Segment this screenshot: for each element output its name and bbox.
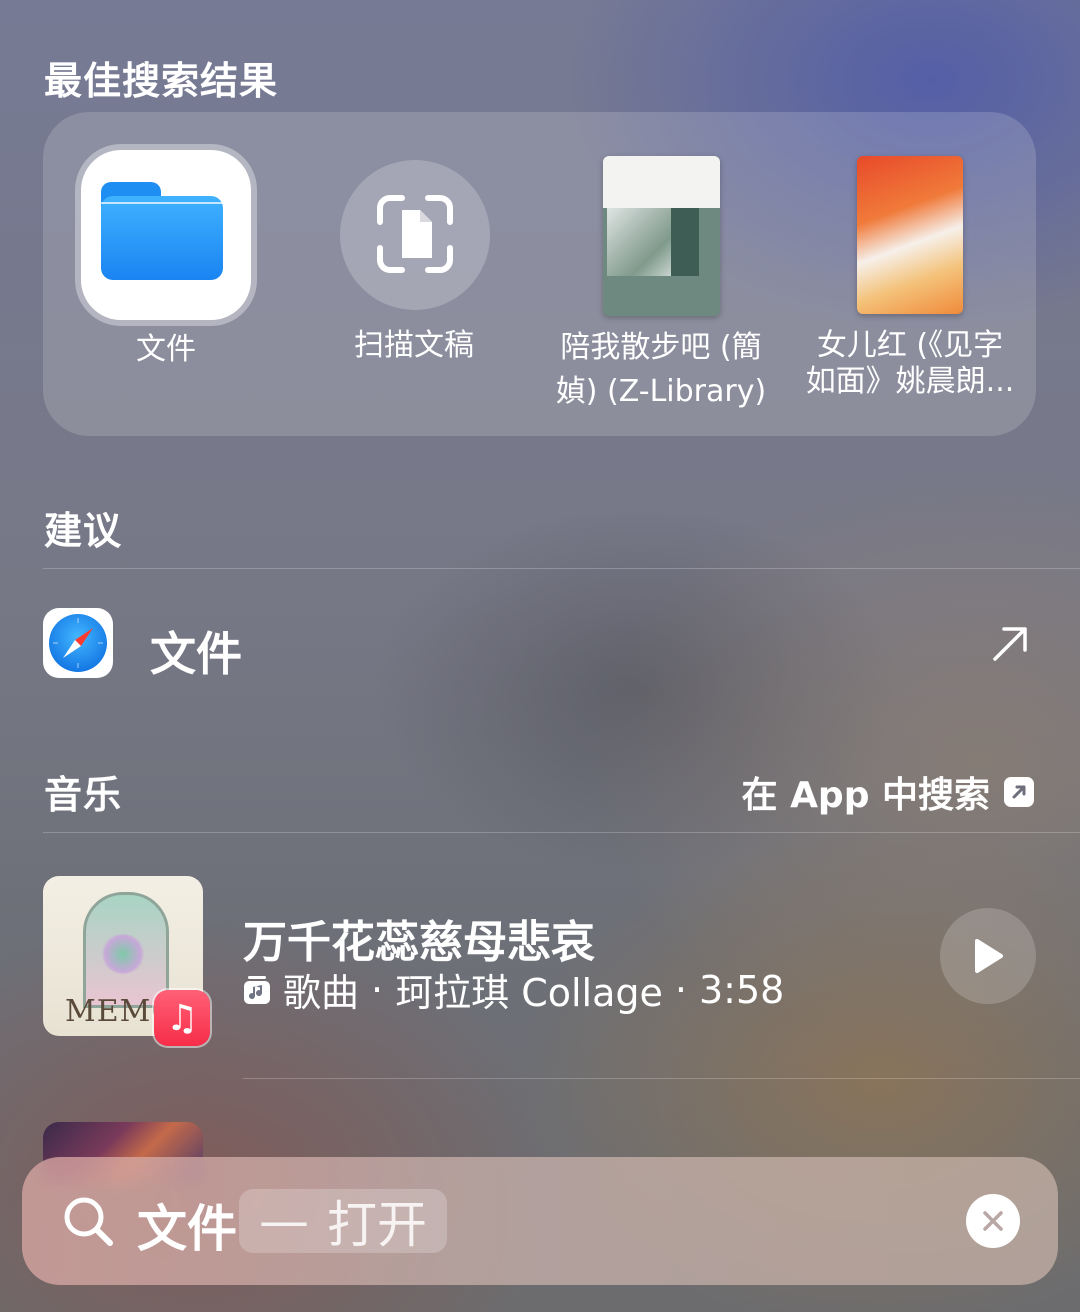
search-in-app-button[interactable]: 在 App 中搜索 <box>742 766 1034 818</box>
divider <box>43 568 1080 569</box>
book-1-label-line2: 媜) (Z-Library) <box>555 374 767 409</box>
song-meta: 歌曲 · 珂拉琪 Collage · 3:58 <box>243 962 784 1017</box>
play-button[interactable] <box>940 908 1036 1004</box>
best-result-scan-label: 扫描文稿 <box>354 328 474 363</box>
open-arrow-icon[interactable] <box>990 624 1030 664</box>
best-results-title: 最佳搜索结果 <box>44 59 279 103</box>
search-in-app-label: 在 App 中搜索 <box>741 775 990 816</box>
book-cover-1[interactable] <box>603 156 720 316</box>
suggestions-title: 建议 <box>44 509 123 553</box>
meta-separator: · <box>371 967 384 1012</box>
search-icon <box>64 1197 113 1246</box>
scan-document-icon[interactable] <box>340 160 490 310</box>
play-icon <box>975 939 1003 973</box>
song-type: 歌曲 <box>283 971 360 1015</box>
music-app-icon: ♫ <box>154 990 210 1046</box>
song-duration: 3:58 <box>698 967 785 1012</box>
best-result-files-label: 文件 <box>136 332 196 367</box>
autocomplete-action: 打开 <box>327 1196 427 1254</box>
song-artist: 珂拉琪 Collage <box>395 971 663 1015</box>
search-bar[interactable]: 文件 — 打开 <box>22 1157 1058 1285</box>
book-2-label-line2: 如面》姚晨朗... <box>805 364 1015 399</box>
compass-icon <box>53 618 103 668</box>
scan-document-glyph <box>377 195 453 273</box>
divider <box>43 832 1080 833</box>
meta-separator: · <box>674 967 687 1012</box>
files-app-icon[interactable] <box>81 150 251 320</box>
song-type-icon <box>244 975 270 1004</box>
divider <box>243 1078 1080 1079</box>
music-title: 音乐 <box>44 773 123 817</box>
external-link-icon <box>1004 777 1034 807</box>
safari-icon[interactable] <box>43 608 113 678</box>
book-1-label-line1: 陪我散步吧 (簡 <box>560 330 762 365</box>
suggestion-files-label[interactable]: 文件 <box>150 618 242 684</box>
book-cover-2[interactable] <box>857 156 963 314</box>
autocomplete-dash: — <box>259 1192 309 1250</box>
search-input[interactable]: 文件 <box>137 1189 237 1261</box>
close-icon <box>983 1211 1003 1231</box>
clear-search-button[interactable] <box>966 1194 1020 1248</box>
search-autocomplete[interactable]: — 打开 <box>239 1189 447 1254</box>
song-title[interactable]: 万千花蕊慈母悲哀 <box>243 906 595 970</box>
